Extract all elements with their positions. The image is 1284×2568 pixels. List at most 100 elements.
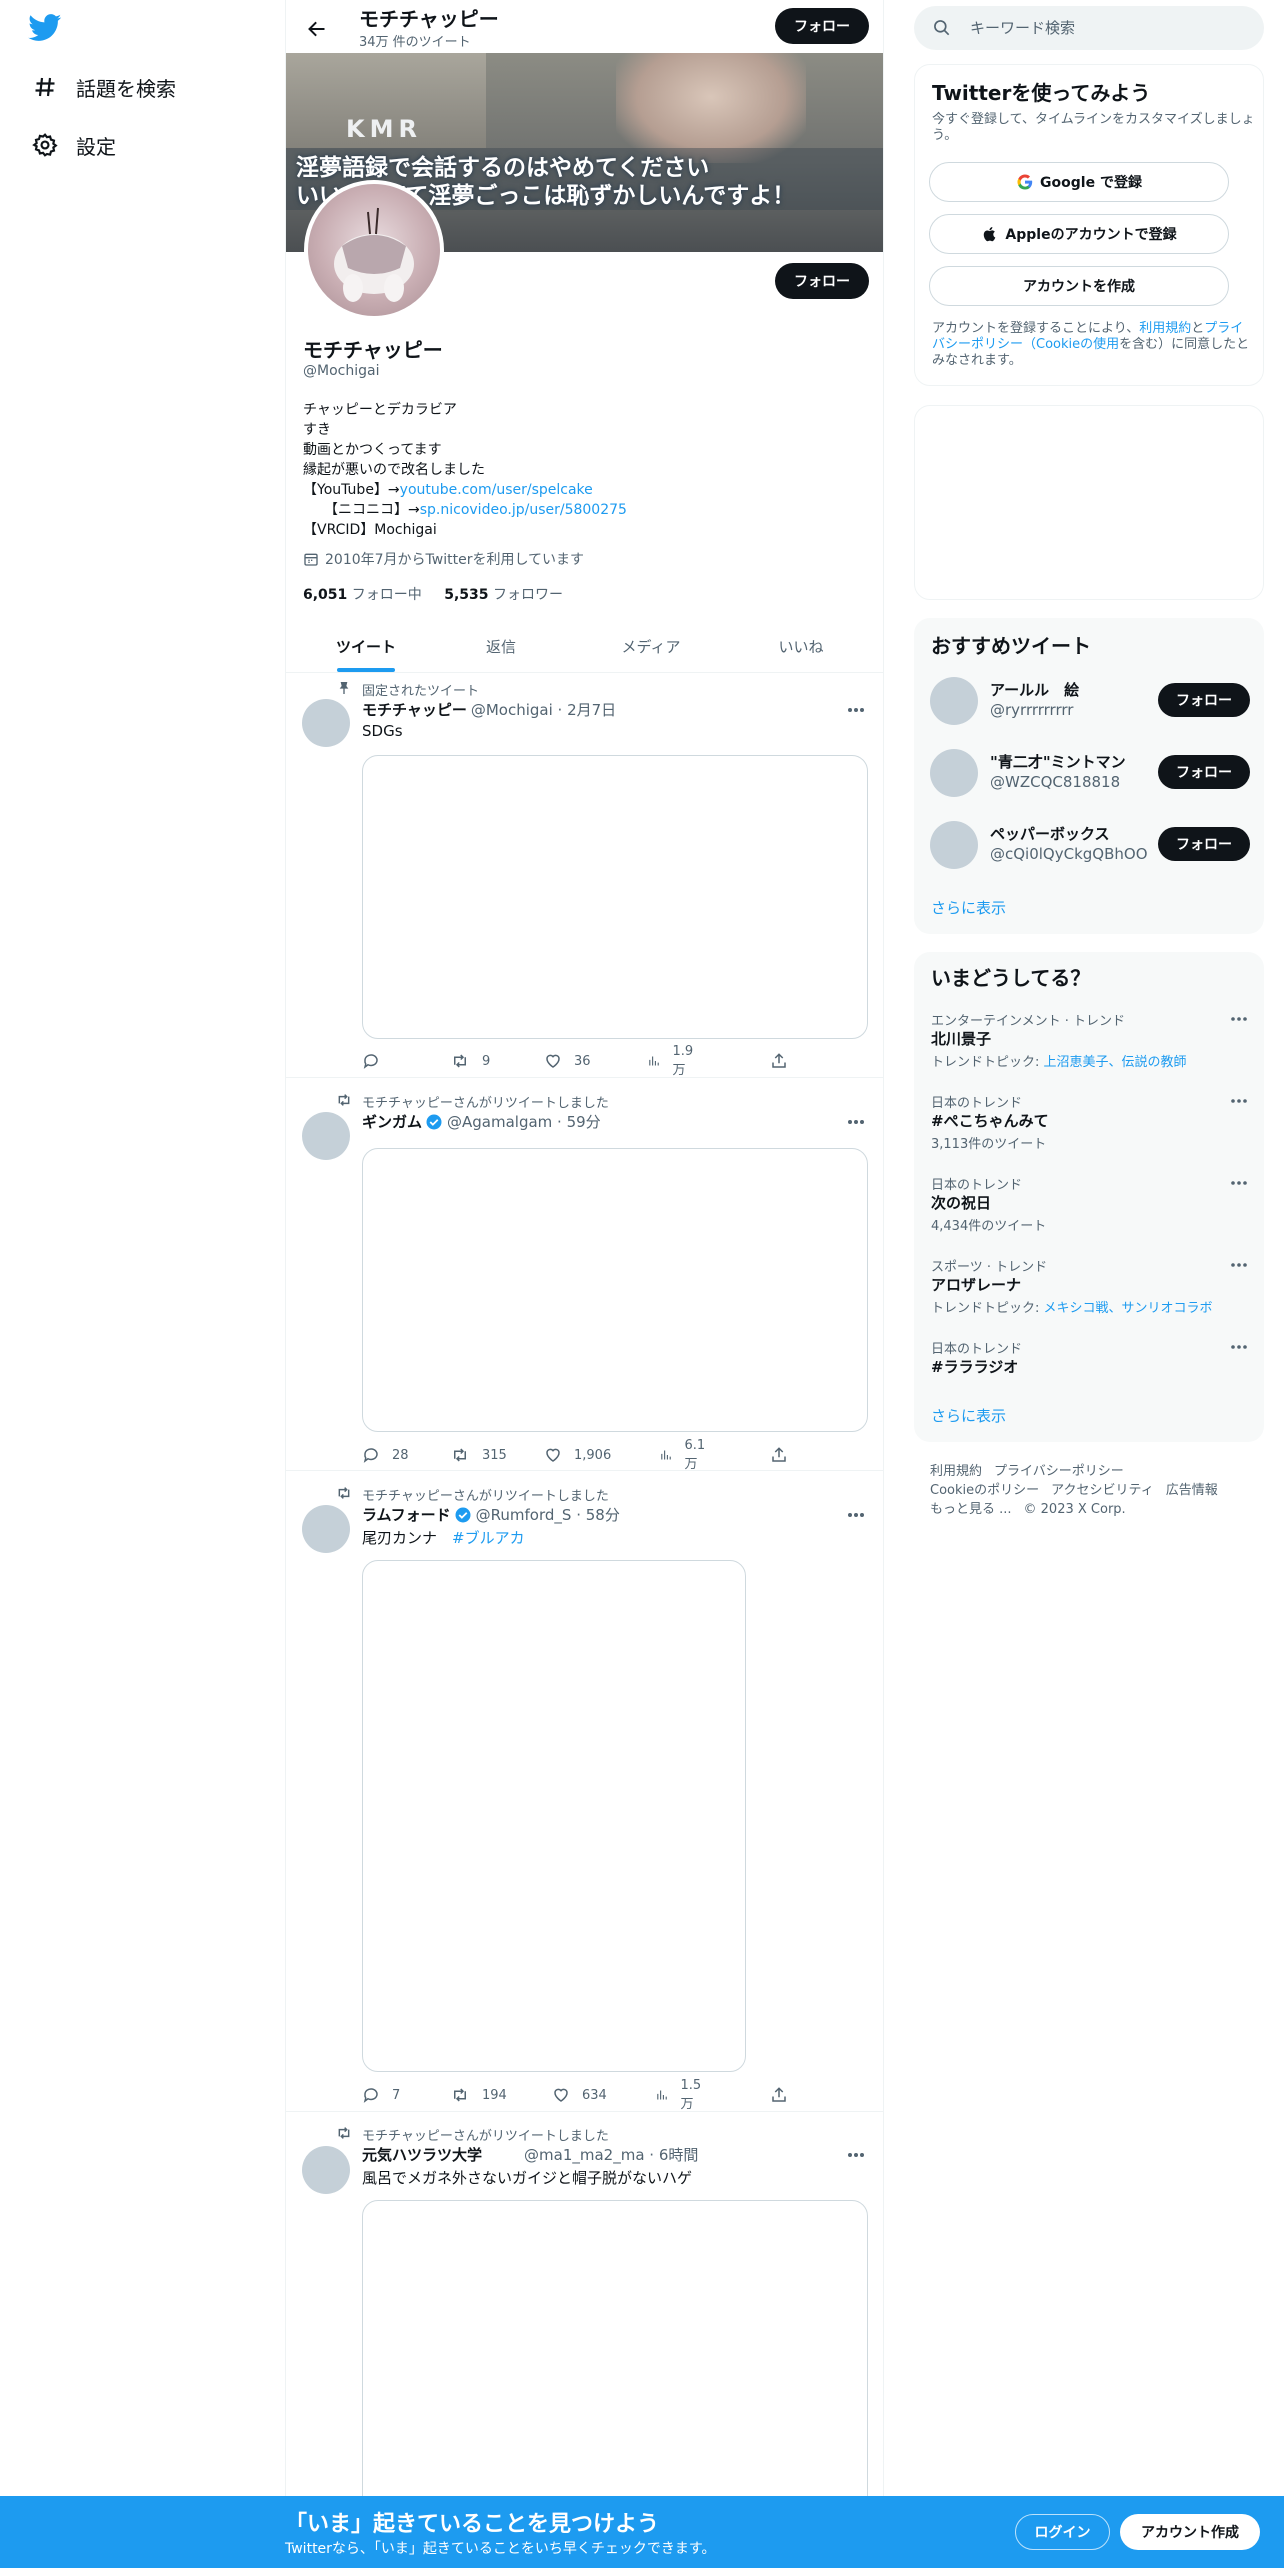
views-button[interactable]: 6.1万 (659, 1438, 710, 1472)
following-link[interactable]: 6,051 フォロー中 (303, 587, 422, 603)
login-button[interactable]: ログイン (1015, 2514, 1110, 2550)
share-button[interactable] (770, 1051, 788, 1071)
share-button[interactable] (770, 1445, 788, 1465)
nav-explore[interactable]: 話題を検索 (30, 67, 176, 107)
avatar[interactable] (930, 677, 978, 725)
recommended-user[interactable]: "青二才"ミントマン @WZCQC818818 フォロー (914, 737, 1264, 809)
signup-button[interactable]: アカウント作成 (1120, 2514, 1260, 2550)
header-follow-button[interactable]: フォロー (775, 8, 869, 44)
tweet-author-name[interactable]: ギンガム (362, 1111, 422, 1132)
tweet-author-name[interactable]: ラムフォード (362, 1504, 451, 1525)
privacy-link[interactable]: プライ (1204, 321, 1243, 336)
recommended-user[interactable]: ペッパーボックス @cQi0lQyCkgQBhOO フォロー (914, 809, 1264, 881)
more-options-icon[interactable] (843, 2145, 869, 2165)
trend-name: アロザレーナ (931, 1276, 1022, 1294)
hashtag-link[interactable]: #ブルアカ (452, 1529, 525, 1547)
reply-button[interactable] (362, 1051, 392, 1071)
hashtag-icon (30, 72, 60, 102)
twitter-bird-icon[interactable] (28, 14, 62, 42)
youtube-link[interactable]: youtube.com/user/spelcake (400, 482, 593, 498)
tab-media[interactable]: メディア (576, 620, 726, 673)
trend-subtitle: 3,113件のツイート (931, 1137, 1047, 1152)
reply-icon (363, 2088, 378, 2103)
like-button[interactable]: 634 (552, 2085, 607, 2105)
more-options-icon[interactable] (1228, 1338, 1250, 1356)
show-more-link[interactable]: さらに表示 (931, 1405, 1006, 1426)
views-button[interactable]: 1.5万 (655, 2078, 706, 2112)
trend-item[interactable]: 日本のトレンド #ぺこちゃんみて 3,113件のツイート (914, 1092, 1264, 1174)
avatar[interactable] (302, 1505, 350, 1553)
profile-avatar[interactable] (304, 180, 444, 320)
search-icon (934, 20, 950, 36)
more-options-icon[interactable] (843, 1112, 869, 1132)
create-account-button[interactable]: アカウントを作成 (929, 266, 1229, 306)
reply-button[interactable]: 28 (362, 1445, 409, 1465)
like-button[interactable]: 1,906 (544, 1445, 611, 1465)
followers-link[interactable]: 5,535 フォロワー (444, 587, 563, 603)
footer-terms-link[interactable]: 利用規約 (930, 1464, 982, 1479)
tweet-text: 風呂でメガネ外さないガイジと帽子脱がないハゲ (362, 2169, 693, 2187)
google-signup-button[interactable]: Google で登録 (929, 162, 1229, 202)
tweet-author-name[interactable]: モチチャッピー (362, 699, 467, 720)
terms-line1: アカウントを登録することにより、利用規約とプライ (932, 321, 1244, 336)
profile-follow-button[interactable]: フォロー (775, 263, 869, 299)
footer-ads-link[interactable]: 広告情報 (1166, 1483, 1218, 1498)
more-options-icon[interactable] (1228, 1174, 1250, 1192)
tweet-media[interactable] (362, 1560, 746, 2072)
tweet-media[interactable] (362, 1148, 868, 1432)
verified-badge-icon (455, 1507, 471, 1522)
retweet-button[interactable]: 9 (450, 1051, 490, 1071)
profile-tabs: ツイート 返信 メディア いいね (286, 620, 883, 673)
terms-link[interactable]: 利用規約 (1139, 321, 1191, 336)
avatar[interactable] (302, 1112, 350, 1160)
avatar[interactable] (302, 699, 350, 747)
more-options-icon[interactable] (843, 1505, 869, 1525)
search-box[interactable] (914, 6, 1264, 50)
footer-privacy-link[interactable]: プライバシーポリシー (994, 1464, 1124, 1479)
trend-item[interactable]: エンターテインメント · トレンド 北川景子 トレンドトピック: 上沼恵美子、伝… (914, 1010, 1264, 1092)
footer-more-link[interactable]: もっと見る ... (930, 1502, 1012, 1517)
tweet-media[interactable] (362, 755, 868, 1039)
views-button[interactable]: 1.9万 (647, 1044, 698, 1078)
back-arrow-icon[interactable] (300, 12, 334, 46)
follow-button[interactable]: フォロー (1158, 827, 1250, 861)
bio-nico-prefix: 【ニコニコ】→ (303, 502, 420, 518)
footer-accessibility-link[interactable]: アクセシビリティ (1051, 1483, 1154, 1498)
more-options-icon[interactable] (1228, 1010, 1250, 1028)
trends-card: いまどうしてる？ エンターテインメント · トレンド 北川景子 トレンドトピック… (914, 952, 1264, 1442)
tab-tweets[interactable]: ツイート (286, 620, 446, 673)
recommended-user-name: ペッパーボックス (990, 825, 1110, 843)
tab-replies[interactable]: 返信 (426, 620, 576, 673)
retweet-button[interactable]: 315 (450, 1445, 507, 1465)
share-button[interactable] (770, 2085, 788, 2105)
apple-signup-button[interactable]: Appleのアカウントで登録 (929, 214, 1229, 254)
search-input[interactable] (970, 19, 1250, 37)
active-tab-indicator (337, 668, 395, 672)
follow-button[interactable]: フォロー (1158, 683, 1250, 717)
more-options-icon[interactable] (843, 700, 869, 720)
more-options-icon[interactable] (1228, 1092, 1250, 1110)
trend-item[interactable]: 日本のトレンド #ラララジオ (914, 1338, 1264, 1388)
nicovideo-link[interactable]: sp.nicovideo.jp/user/5800275 (420, 502, 627, 518)
avatar[interactable] (930, 749, 978, 797)
footer-cookie-link[interactable]: Cookieのポリシー (930, 1483, 1039, 1498)
retweet-button[interactable]: 194 (450, 2085, 507, 2105)
like-button[interactable]: 36 (544, 1051, 591, 1071)
more-options-icon[interactable] (1228, 1256, 1250, 1274)
avatar[interactable] (930, 821, 978, 869)
trend-item[interactable]: スポーツ · トレンド アロザレーナ トレンドトピック: メキシコ戦、サンリオコ… (914, 1256, 1264, 1338)
reply-button[interactable]: 7 (362, 2085, 400, 2105)
avatar[interactable] (302, 2146, 350, 2194)
tweet-author-name[interactable]: 元気ハツラツ大学 (362, 2144, 482, 2165)
tweet[interactable]: 固定されたツイート モチチャッピー @Mochigai · 2月7日 SDGs … (286, 673, 883, 1078)
trend-item[interactable]: 日本のトレンド 次の祝日 4,434件のツイート (914, 1174, 1264, 1256)
nav-settings[interactable]: 設定 (30, 125, 116, 165)
tab-likes[interactable]: いいね (726, 620, 876, 673)
tweet[interactable]: モチチャッピーさんがリツイートしました ラムフォード @Rumford_S · … (286, 1472, 883, 2112)
privacy-cookie-link[interactable]: バシーポリシー（Cookieの使用 (932, 337, 1119, 352)
recommended-user[interactable]: アールル 絵 @ryrrrrrrrrr フォロー (914, 665, 1264, 737)
bio-youtube-prefix: 【YouTube】→ (303, 482, 400, 498)
follow-button[interactable]: フォロー (1158, 755, 1250, 789)
tweet[interactable]: モチチャッピーさんがリツイートしました ギンガム @Agamalgam · 59… (286, 1079, 883, 1472)
show-more-link[interactable]: さらに表示 (931, 897, 1006, 918)
